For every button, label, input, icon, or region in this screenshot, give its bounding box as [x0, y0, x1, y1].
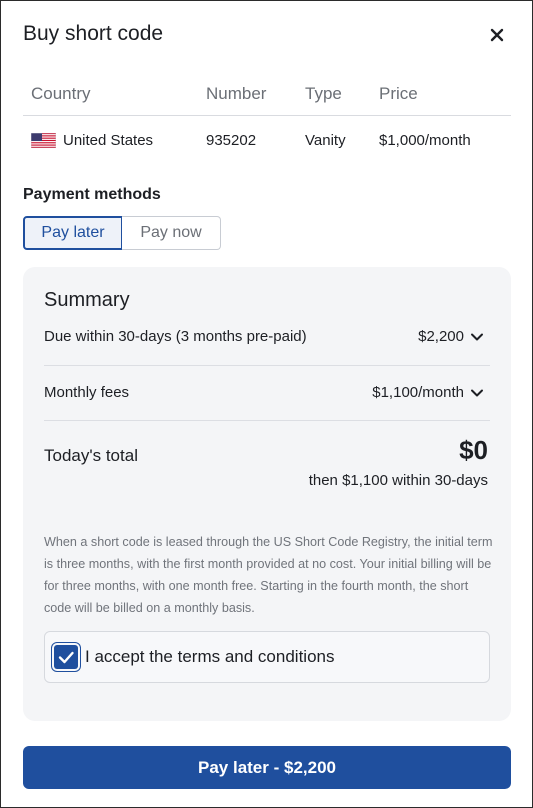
summary-title: Summary [44, 289, 130, 311]
todays-total-subtext: then $1,100 within 30-days [308, 472, 488, 489]
pay-now-tab[interactable]: Pay now [122, 216, 221, 250]
terms-label[interactable]: I accept the terms and conditions [85, 647, 334, 667]
country-value: United States [63, 132, 154, 149]
pay-later-button[interactable]: Pay later - $2,200 [23, 746, 511, 789]
todays-total-label: Today's total [44, 446, 138, 465]
column-header-price: Price [379, 84, 418, 103]
due-label: Due within 30-days (3 months pre-paid) [44, 328, 307, 345]
type-value: Vanity [305, 132, 346, 149]
summary-divider [44, 365, 490, 366]
buy-short-code-dialog: Buy short code Country Number Type Price… [0, 0, 533, 808]
payment-methods-title: Payment methods [23, 186, 161, 203]
todays-total-value: $0 [459, 435, 488, 465]
due-value: $2,200 [418, 328, 464, 345]
column-header-country: Country [31, 84, 91, 103]
monthly-fees-value: $1,100/month [372, 384, 464, 401]
checkmark-icon [58, 651, 74, 664]
dialog-title: Buy short code [23, 22, 164, 45]
price-value: $1,000/month [379, 132, 471, 149]
pay-later-tab[interactable]: Pay later [23, 216, 123, 250]
column-header-type: Type [305, 84, 342, 103]
table-header-divider [23, 115, 511, 116]
us-flag-icon [31, 133, 56, 148]
due-value-toggle[interactable]: $2,200 [418, 328, 484, 345]
chevron-down-icon [471, 333, 483, 340]
chevron-down-icon [471, 389, 483, 396]
terms-checkbox[interactable] [54, 645, 78, 669]
monthly-fees-toggle[interactable]: $1,100/month [372, 384, 484, 401]
summary-divider [44, 420, 490, 421]
monthly-fees-label: Monthly fees [44, 384, 130, 401]
column-header-number: Number [206, 84, 267, 103]
number-value: 935202 [206, 132, 257, 149]
close-icon[interactable] [485, 23, 509, 47]
lease-terms-note: When a short code is leased through the … [44, 535, 493, 615]
